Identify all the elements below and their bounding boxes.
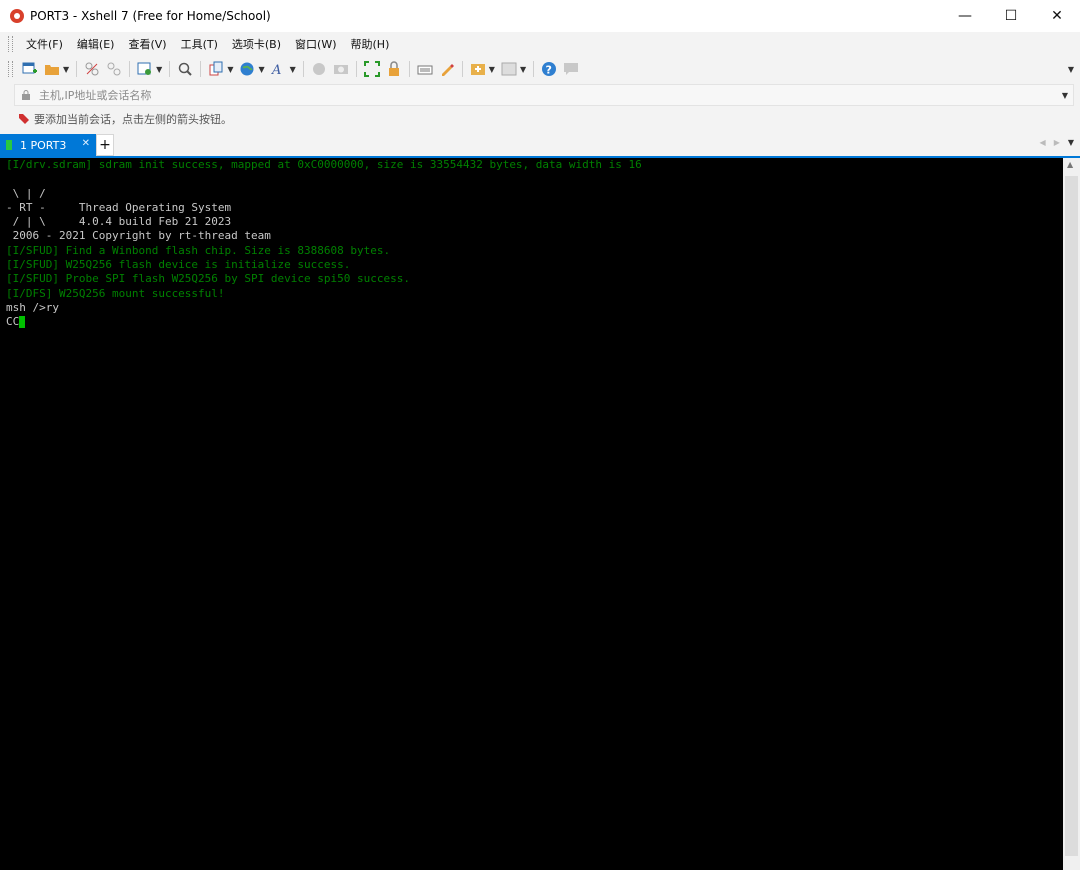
- svg-text:?: ?: [546, 64, 552, 77]
- chat-icon[interactable]: [562, 60, 580, 78]
- add-tab-button[interactable]: +: [96, 134, 114, 156]
- terminal-line: [I/SFUD] W25Q256 flash device is initial…: [6, 258, 351, 272]
- address-bar: 主机,IP地址或会话名称 ▼: [0, 82, 1080, 106]
- hint-text: 要添加当前会话，点击左侧的箭头按钮。: [34, 113, 232, 126]
- address-input[interactable]: 主机,IP地址或会话名称 ▼: [14, 84, 1074, 106]
- copy-icon[interactable]: [207, 60, 225, 78]
- disconnect-icon[interactable]: [83, 60, 101, 78]
- terminal-line: [I/SFUD] Find a Winbond flash chip. Size…: [6, 243, 391, 257]
- terminal-line: [I/DFS] W25Q256 mount successful!: [6, 286, 225, 300]
- terminal-scrollbar[interactable]: ▲: [1063, 158, 1080, 870]
- separator: [76, 61, 78, 77]
- menu-bar: 文件(F) 编辑(E) 查看(V) 工具(T) 选项卡(B) 窗口(W) 帮助(…: [0, 32, 1080, 56]
- terminal-line: \ | /: [6, 186, 46, 200]
- font-icon[interactable]: A: [270, 60, 288, 78]
- separator: [461, 61, 463, 77]
- separator: [355, 61, 357, 77]
- layout-dropdown-icon[interactable]: ▼: [520, 65, 526, 74]
- highlight-icon[interactable]: [438, 60, 456, 78]
- address-placeholder: 主机,IP地址或会话名称: [39, 89, 152, 102]
- open-folder-icon[interactable]: [43, 60, 61, 78]
- menu-tools[interactable]: 工具(T): [174, 36, 225, 52]
- separator: [533, 61, 535, 77]
- layout-icon[interactable]: [500, 60, 518, 78]
- separator: [302, 61, 304, 77]
- tab-list-dropdown-icon[interactable]: ▼: [1068, 138, 1074, 147]
- script-dropdown-icon[interactable]: ▼: [489, 65, 495, 74]
- font-dropdown-icon[interactable]: ▼: [290, 65, 296, 74]
- terminal-cursor: [19, 316, 26, 329]
- separator: [129, 61, 131, 77]
- globe-dropdown-icon[interactable]: ▼: [258, 65, 264, 74]
- fullscreen-icon[interactable]: [363, 60, 381, 78]
- terminal-output[interactable]: [I/drv.sdram] sdram init success, mapped…: [0, 158, 1063, 870]
- window-controls: — ☐ ✕: [942, 0, 1080, 32]
- tab-port3[interactable]: 1 PORT3 ✕: [0, 134, 96, 156]
- tab-prev-icon[interactable]: ◀: [1040, 138, 1046, 147]
- new-session-icon[interactable]: [21, 60, 39, 78]
- capture-icon[interactable]: [332, 60, 350, 78]
- red-arrow-icon[interactable]: [18, 113, 30, 125]
- script-icon[interactable]: [469, 60, 487, 78]
- xshell-logo-icon: [10, 9, 24, 23]
- title-bar: PORT3 - Xshell 7 (Free for Home/School) …: [0, 0, 1080, 32]
- menu-edit[interactable]: 编辑(E): [70, 36, 122, 52]
- lock-icon[interactable]: [385, 60, 403, 78]
- separator: [200, 61, 202, 77]
- address-dropdown-icon[interactable]: ▼: [1062, 91, 1068, 100]
- terminal-line: msh />ry: [6, 300, 59, 314]
- copy-dropdown-icon[interactable]: ▼: [227, 65, 233, 74]
- menu-tab[interactable]: 选项卡(B): [225, 36, 288, 52]
- tab-navigation: ◀ ▶ ▼: [1040, 138, 1074, 147]
- terminal-line: CC: [6, 315, 1063, 329]
- properties-icon[interactable]: [136, 60, 154, 78]
- open-dropdown-icon[interactable]: ▼: [63, 65, 69, 74]
- toolbar-grip: [8, 61, 13, 77]
- menu-help[interactable]: 帮助(H): [344, 36, 397, 52]
- menu-view[interactable]: 查看(V): [121, 36, 173, 52]
- terminal-line: 2006 - 2021 Copyright by rt-thread team: [6, 229, 271, 243]
- scroll-up-icon[interactable]: ▲: [1067, 160, 1073, 169]
- find-icon[interactable]: [176, 60, 194, 78]
- tab-close-icon[interactable]: ✕: [82, 138, 90, 149]
- globe-icon[interactable]: [238, 60, 256, 78]
- terminal-line: [I/SFUD] Probe SPI flash W25Q256 by SPI …: [6, 272, 410, 286]
- lock-icon: [21, 90, 31, 100]
- tab-bar: 1 PORT3 ✕ + ◀ ▶ ▼: [0, 132, 1080, 158]
- menu-window[interactable]: 窗口(W): [288, 36, 343, 52]
- svg-text:A: A: [271, 63, 281, 77]
- separator: [408, 61, 410, 77]
- tab-label: 1 PORT3: [20, 138, 67, 152]
- scrollbar-thumb[interactable]: [1065, 176, 1078, 856]
- reconnect-icon[interactable]: [105, 60, 123, 78]
- tab-next-icon[interactable]: ▶: [1054, 138, 1060, 147]
- terminal-line: [I/drv.sdram] sdram init success, mapped…: [6, 158, 642, 171]
- menu-file[interactable]: 文件(F): [19, 36, 70, 52]
- keyboard-icon[interactable]: [416, 60, 434, 78]
- session-hint-bar: 要添加当前会话，点击左侧的箭头按钮。: [0, 106, 1080, 132]
- terminal-line: / | \ 4.0.4 build Feb 21 2023: [6, 215, 232, 229]
- help-icon[interactable]: ?: [540, 60, 558, 78]
- connected-status-icon: [6, 140, 12, 150]
- menu-grip: [8, 36, 13, 52]
- properties-dropdown-icon[interactable]: ▼: [156, 65, 162, 74]
- xftp-icon[interactable]: [310, 60, 328, 78]
- window-title: PORT3 - Xshell 7 (Free for Home/School): [30, 9, 271, 23]
- toolbar: ▼ ▼ ▼ ▼ A ▼ ▼ ▼ ? ▼: [0, 56, 1080, 82]
- toolbar-overflow-icon[interactable]: ▼: [1068, 65, 1074, 74]
- close-button[interactable]: ✕: [1034, 0, 1080, 32]
- minimize-button[interactable]: —: [942, 0, 988, 32]
- separator: [169, 61, 171, 77]
- maximize-button[interactable]: ☐: [988, 0, 1034, 32]
- terminal-line: - RT - Thread Operating System: [6, 200, 232, 214]
